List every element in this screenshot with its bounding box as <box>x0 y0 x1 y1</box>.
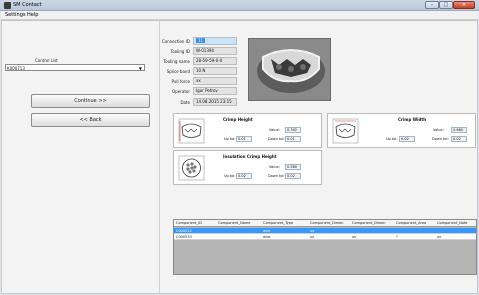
table-cell: C000012 <box>176 229 192 233</box>
crimp-width-value[interactable]: 0.660 <box>451 127 467 133</box>
components-grid: Component_ID Component_Name Component_Ty… <box>173 219 477 275</box>
crimp-width-title: Crimp Width <box>398 117 427 122</box>
column-header[interactable]: Component_Note <box>437 221 467 225</box>
title-bar: SM Contact – □ ✕ <box>0 0 479 11</box>
table-cell: wire <box>263 235 271 239</box>
date-field[interactable]: 14.08.2015 23:15 <box>193 98 237 106</box>
crimp-height-down-tol[interactable]: 0.01 <box>285 136 301 142</box>
column-header[interactable]: Component_Type <box>263 221 293 225</box>
maximize-button[interactable]: □ <box>439 1 453 9</box>
crimp-width-value-label: Value: <box>433 128 444 132</box>
tooling-id-field[interactable]: W-01394 <box>193 47 237 55</box>
insulation-crimp-diagram <box>178 155 205 181</box>
connection-id-field[interactable]: 11 <box>193 37 237 45</box>
table-cell: wire <box>263 229 271 233</box>
close-icon: ✕ <box>461 2 467 8</box>
continue-button[interactable]: Continue >> <box>31 94 150 108</box>
main-area: Control List K000713 ▼ Continue >> << Ba… <box>1 20 478 294</box>
insulation-crimp-title: Insulation Crimp Height <box>223 154 277 159</box>
menu-help[interactable]: Help <box>27 12 38 18</box>
insulation-down-tol-label: Down tol: <box>268 174 285 178</box>
back-button[interactable]: << Back <box>31 113 150 127</box>
crimp-width-up-tol[interactable]: 0.02 <box>399 136 415 142</box>
splice-band-label: Splice band <box>166 69 190 74</box>
operator-label: Operator <box>172 89 190 94</box>
grid-header: Component_ID Component_Name Component_Ty… <box>174 220 476 227</box>
crimp-height-panel: Crimp Height Value: 0.302 Up tol: 0.01 D… <box>173 113 322 148</box>
crimp-height-up-tol-label: Up tol: <box>224 137 236 141</box>
minimize-button[interactable]: – <box>425 1 439 9</box>
column-header[interactable]: Component_Dimen <box>310 221 344 225</box>
insulation-up-tol[interactable]: 0.02 <box>236 173 252 179</box>
menu-bar: Settings Help <box>1 11 478 20</box>
column-header[interactable]: Component_Area <box>396 221 426 225</box>
insulation-value[interactable]: 0.560 <box>285 164 301 170</box>
maximize-icon: □ <box>443 2 449 8</box>
crimp-height-value-label: Value: <box>269 128 280 132</box>
operator-field[interactable]: Igor Petrov <box>193 87 237 95</box>
crimp-width-diagram <box>332 118 359 144</box>
crimp-height-down-tol-label: Down tol: <box>268 137 285 141</box>
pull-force-field[interactable]: xx <box>193 77 237 85</box>
crimp-height-title: Crimp Height <box>223 117 253 122</box>
column-header[interactable]: Component_Name <box>218 221 250 225</box>
date-label: Date <box>180 100 190 105</box>
connection-id-label: Connection ID <box>161 39 190 44</box>
control-list-label: Control List <box>35 58 58 63</box>
control-list-select[interactable]: K000713 ▼ <box>5 64 145 71</box>
control-list-value: K000713 <box>7 66 25 71</box>
tooling-name-field[interactable]: 28-59-59-0-0 <box>193 57 237 65</box>
table-cell: xx <box>437 235 442 239</box>
insulation-down-tol[interactable]: 0.02 <box>285 173 301 179</box>
table-row[interactable]: C000533 wire xx xx ? xx <box>174 234 476 240</box>
table-cell: xx <box>310 229 315 233</box>
pull-force-label: Pull force <box>171 79 190 84</box>
table-cell: C000533 <box>176 235 192 239</box>
column-header[interactable]: Component_ID <box>176 221 202 225</box>
close-button[interactable]: ✕ <box>453 1 475 9</box>
crimp-width-down-tol-label: Down tol: <box>432 137 449 141</box>
table-cell: xx <box>310 235 315 239</box>
tooling-name-label: Tooling name <box>163 59 190 64</box>
chevron-down-icon: ▼ <box>138 66 142 71</box>
crimp-width-up-tol-label: Up tol: <box>386 137 398 141</box>
insulation-crimp-panel: Insulation Crimp Height Value: 0.560 Up … <box>173 150 322 185</box>
crimp-height-up-tol[interactable]: 0.01 <box>236 136 252 142</box>
crimp-height-diagram <box>178 118 205 144</box>
window-title: SM Contact <box>13 2 42 8</box>
minimize-icon: – <box>430 2 434 8</box>
crimp-height-value[interactable]: 0.302 <box>285 127 301 133</box>
tooling-id-label: Tooling ID <box>170 49 191 54</box>
crimp-width-panel: Crimp Width Value: 0.660 Up tol: 0.02 Do… <box>327 113 476 148</box>
column-header[interactable]: Component_Dimen <box>352 221 386 225</box>
app-icon <box>4 2 11 9</box>
splice-band-field[interactable]: 10 N <box>193 67 237 75</box>
table-cell: xx <box>352 235 357 239</box>
insulation-up-tol-label: Up tol: <box>224 174 236 178</box>
menu-settings[interactable]: Settings <box>5 12 26 18</box>
connection-id-value: 11 <box>196 38 206 43</box>
crimp-photo <box>248 38 331 101</box>
crimp-width-down-tol[interactable]: 0.02 <box>451 136 467 142</box>
insulation-value-label: Value: <box>269 165 280 169</box>
table-cell: ? <box>396 235 398 239</box>
